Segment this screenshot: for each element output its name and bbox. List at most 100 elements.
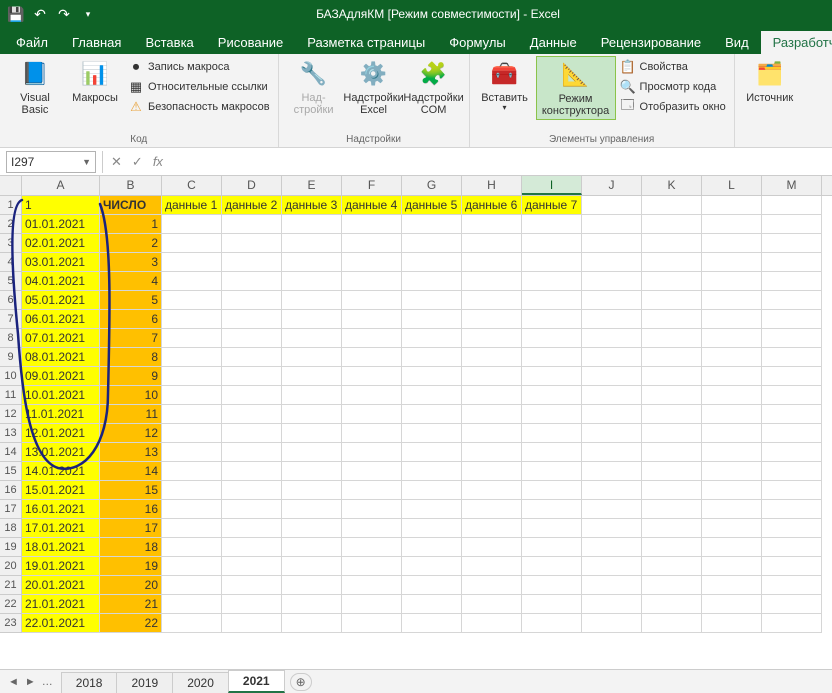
cell-A12[interactable]: 11.01.2021	[22, 405, 100, 424]
cell-M16[interactable]	[762, 481, 822, 500]
cell-F1[interactable]: данные 4	[342, 196, 402, 215]
cell-H13[interactable]	[462, 424, 522, 443]
cell-L20[interactable]	[702, 557, 762, 576]
row-header[interactable]: 15	[0, 462, 22, 481]
cell-B23[interactable]: 22	[100, 614, 162, 633]
cell-M10[interactable]	[762, 367, 822, 386]
cell-K21[interactable]	[642, 576, 702, 595]
cell-E20[interactable]	[282, 557, 342, 576]
cell-A5[interactable]: 04.01.2021	[22, 272, 100, 291]
enter-icon[interactable]: ✓	[132, 154, 143, 170]
cell-G12[interactable]	[402, 405, 462, 424]
cell-J12[interactable]	[582, 405, 642, 424]
cell-I10[interactable]	[522, 367, 582, 386]
cell-I21[interactable]	[522, 576, 582, 595]
addins-button[interactable]: 🔧 Над- стройки	[285, 56, 343, 118]
cell-C2[interactable]	[162, 215, 222, 234]
cell-J4[interactable]	[582, 253, 642, 272]
cell-M19[interactable]	[762, 538, 822, 557]
cell-E2[interactable]	[282, 215, 342, 234]
tab-draw[interactable]: Рисование	[206, 31, 295, 54]
row-header[interactable]: 22	[0, 595, 22, 614]
cell-H20[interactable]	[462, 557, 522, 576]
cell-A17[interactable]: 16.01.2021	[22, 500, 100, 519]
cell-F23[interactable]	[342, 614, 402, 633]
cell-H4[interactable]	[462, 253, 522, 272]
cell-B19[interactable]: 18	[100, 538, 162, 557]
cell-L12[interactable]	[702, 405, 762, 424]
cell-I3[interactable]	[522, 234, 582, 253]
cell-I15[interactable]	[522, 462, 582, 481]
cell-E16[interactable]	[282, 481, 342, 500]
cell-C4[interactable]	[162, 253, 222, 272]
cell-H14[interactable]	[462, 443, 522, 462]
sheet-nav-prev-icon[interactable]: ◄	[8, 676, 19, 688]
cell-A9[interactable]: 08.01.2021	[22, 348, 100, 367]
cell-C12[interactable]	[162, 405, 222, 424]
cell-D5[interactable]	[222, 272, 282, 291]
cell-E14[interactable]	[282, 443, 342, 462]
cell-G11[interactable]	[402, 386, 462, 405]
cell-M14[interactable]	[762, 443, 822, 462]
cell-K18[interactable]	[642, 519, 702, 538]
cell-L22[interactable]	[702, 595, 762, 614]
row-header[interactable]: 3	[0, 234, 22, 253]
row-header[interactable]: 9	[0, 348, 22, 367]
row-header[interactable]: 23	[0, 614, 22, 633]
cell-G18[interactable]	[402, 519, 462, 538]
cell-F10[interactable]	[342, 367, 402, 386]
macro-security-button[interactable]: ⚠ Безопасность макросов	[126, 98, 272, 116]
cell-H17[interactable]	[462, 500, 522, 519]
cell-J18[interactable]	[582, 519, 642, 538]
cell-E4[interactable]	[282, 253, 342, 272]
row-header[interactable]: 1	[0, 196, 22, 215]
cell-B14[interactable]: 13	[100, 443, 162, 462]
cell-G5[interactable]	[402, 272, 462, 291]
cell-H9[interactable]	[462, 348, 522, 367]
cell-G8[interactable]	[402, 329, 462, 348]
cell-L21[interactable]	[702, 576, 762, 595]
cell-E9[interactable]	[282, 348, 342, 367]
cell-A19[interactable]: 18.01.2021	[22, 538, 100, 557]
cell-B21[interactable]: 20	[100, 576, 162, 595]
column-header-C[interactable]: C	[162, 176, 222, 195]
row-header[interactable]: 10	[0, 367, 22, 386]
cell-D7[interactable]	[222, 310, 282, 329]
source-button[interactable]: 🗂️ Источник	[741, 56, 799, 106]
cell-A8[interactable]: 07.01.2021	[22, 329, 100, 348]
cell-M11[interactable]	[762, 386, 822, 405]
cell-D23[interactable]	[222, 614, 282, 633]
cell-M17[interactable]	[762, 500, 822, 519]
cell-J10[interactable]	[582, 367, 642, 386]
column-header-E[interactable]: E	[282, 176, 342, 195]
cell-G3[interactable]	[402, 234, 462, 253]
column-header-K[interactable]: K	[642, 176, 702, 195]
row-header[interactable]: 12	[0, 405, 22, 424]
customize-qat-icon[interactable]: ▾	[80, 6, 96, 22]
cell-I14[interactable]	[522, 443, 582, 462]
cell-I17[interactable]	[522, 500, 582, 519]
cell-I5[interactable]	[522, 272, 582, 291]
cell-A18[interactable]: 17.01.2021	[22, 519, 100, 538]
cell-G2[interactable]	[402, 215, 462, 234]
cell-A7[interactable]: 06.01.2021	[22, 310, 100, 329]
cell-C18[interactable]	[162, 519, 222, 538]
cell-H3[interactable]	[462, 234, 522, 253]
cell-M13[interactable]	[762, 424, 822, 443]
column-header-J[interactable]: J	[582, 176, 642, 195]
cell-C13[interactable]	[162, 424, 222, 443]
cell-A23[interactable]: 22.01.2021	[22, 614, 100, 633]
cell-D15[interactable]	[222, 462, 282, 481]
cell-G16[interactable]	[402, 481, 462, 500]
cell-B11[interactable]: 10	[100, 386, 162, 405]
cell-C10[interactable]	[162, 367, 222, 386]
cell-H21[interactable]	[462, 576, 522, 595]
cell-J5[interactable]	[582, 272, 642, 291]
cell-H10[interactable]	[462, 367, 522, 386]
cell-C1[interactable]: данные 1	[162, 196, 222, 215]
cell-H15[interactable]	[462, 462, 522, 481]
cell-E15[interactable]	[282, 462, 342, 481]
cell-J20[interactable]	[582, 557, 642, 576]
sheet-tab-2019[interactable]: 2019	[116, 672, 173, 693]
cell-L6[interactable]	[702, 291, 762, 310]
